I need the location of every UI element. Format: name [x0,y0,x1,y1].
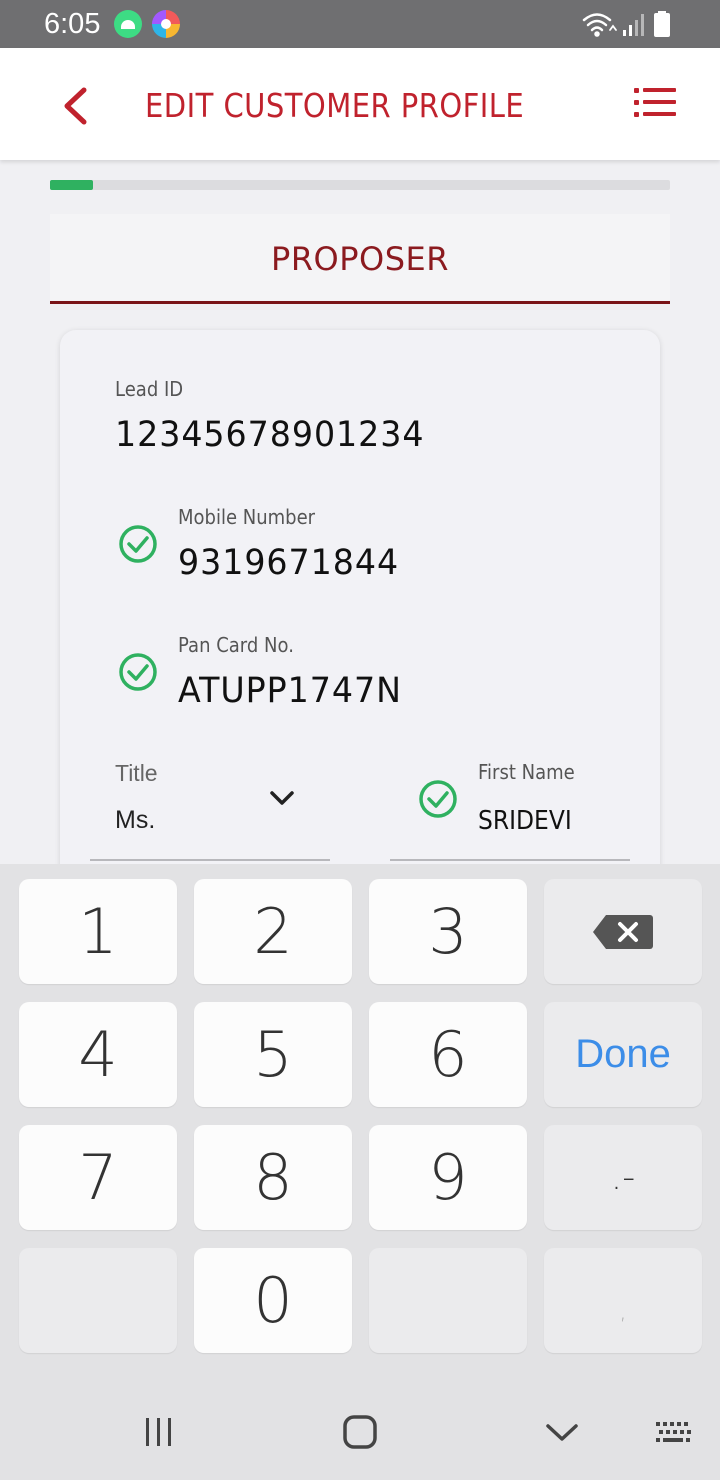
lead-id-value: 12345678901234 [115,415,425,455]
backspace-icon [593,914,653,949]
status-right-icons [580,10,680,38]
status-time: 6:05 [44,8,101,40]
mobile-number-label: Mobile Number [178,505,316,529]
title-underline [90,859,330,861]
browser-icon [152,10,180,38]
status-bar: 6:05 [0,0,720,48]
check-circle-icon [119,653,157,691]
key-7[interactable]: 7 [19,1125,177,1230]
mobile-number-field[interactable]: 9319671844 [178,543,399,583]
key-3[interactable]: 3 [369,879,527,984]
hide-keyboard-icon[interactable] [545,1422,579,1444]
recents-icon[interactable] [142,1416,176,1448]
pan-card-field[interactable]: ATUPP1747N [178,671,402,711]
key-1[interactable]: 1 [19,879,177,984]
comma-key[interactable]: , [544,1248,702,1353]
key-9[interactable]: 9 [369,1125,527,1230]
numeric-keyboard: 1 2 3 4 5 6 Done 7 8 9 .- 0 , [0,864,720,1480]
chevron-down-icon[interactable] [268,786,296,810]
key-5[interactable]: 5 [194,1002,352,1107]
check-circle-icon [419,780,457,818]
key-2[interactable]: 2 [194,879,352,984]
battery-icon [654,11,670,37]
pan-card-label: Pan Card No. [178,633,294,657]
key-6[interactable]: 6 [369,1002,527,1107]
backspace-key[interactable] [544,879,702,984]
back-chevron-icon[interactable] [58,86,92,126]
progress-bar [50,180,670,190]
key-0[interactable]: 0 [194,1248,352,1353]
page-title: EDIT CUSTOMER PROFILE [145,86,525,125]
home-icon[interactable] [342,1414,378,1450]
first-name-label: First Name [478,760,575,784]
done-key[interactable]: Done [544,1002,702,1107]
symbols-key[interactable]: .- [544,1125,702,1230]
first-name-underline [390,859,630,861]
key-8[interactable]: 8 [194,1125,352,1230]
check-circle-icon [119,525,157,563]
list-menu-icon[interactable] [634,86,676,120]
title-select[interactable]: Ms. [115,806,155,835]
lead-id-label: Lead ID [115,377,184,401]
blank-key-left [19,1248,177,1353]
keyboard-icon[interactable] [654,1420,694,1446]
signal-icon [623,14,644,36]
progress-fill [50,180,94,190]
section-label: PROPOSER [271,240,449,278]
blank-key-right [369,1248,527,1353]
key-4[interactable]: 4 [19,1002,177,1107]
first-name-field[interactable]: SRIDEVI [478,806,572,836]
section-tab-proposer[interactable]: PROPOSER [50,214,670,304]
wifi-icon [582,13,617,37]
app-bar: EDIT CUSTOMER PROFILE [0,48,720,160]
android-icon [114,10,142,38]
title-label: Title [115,760,158,786]
